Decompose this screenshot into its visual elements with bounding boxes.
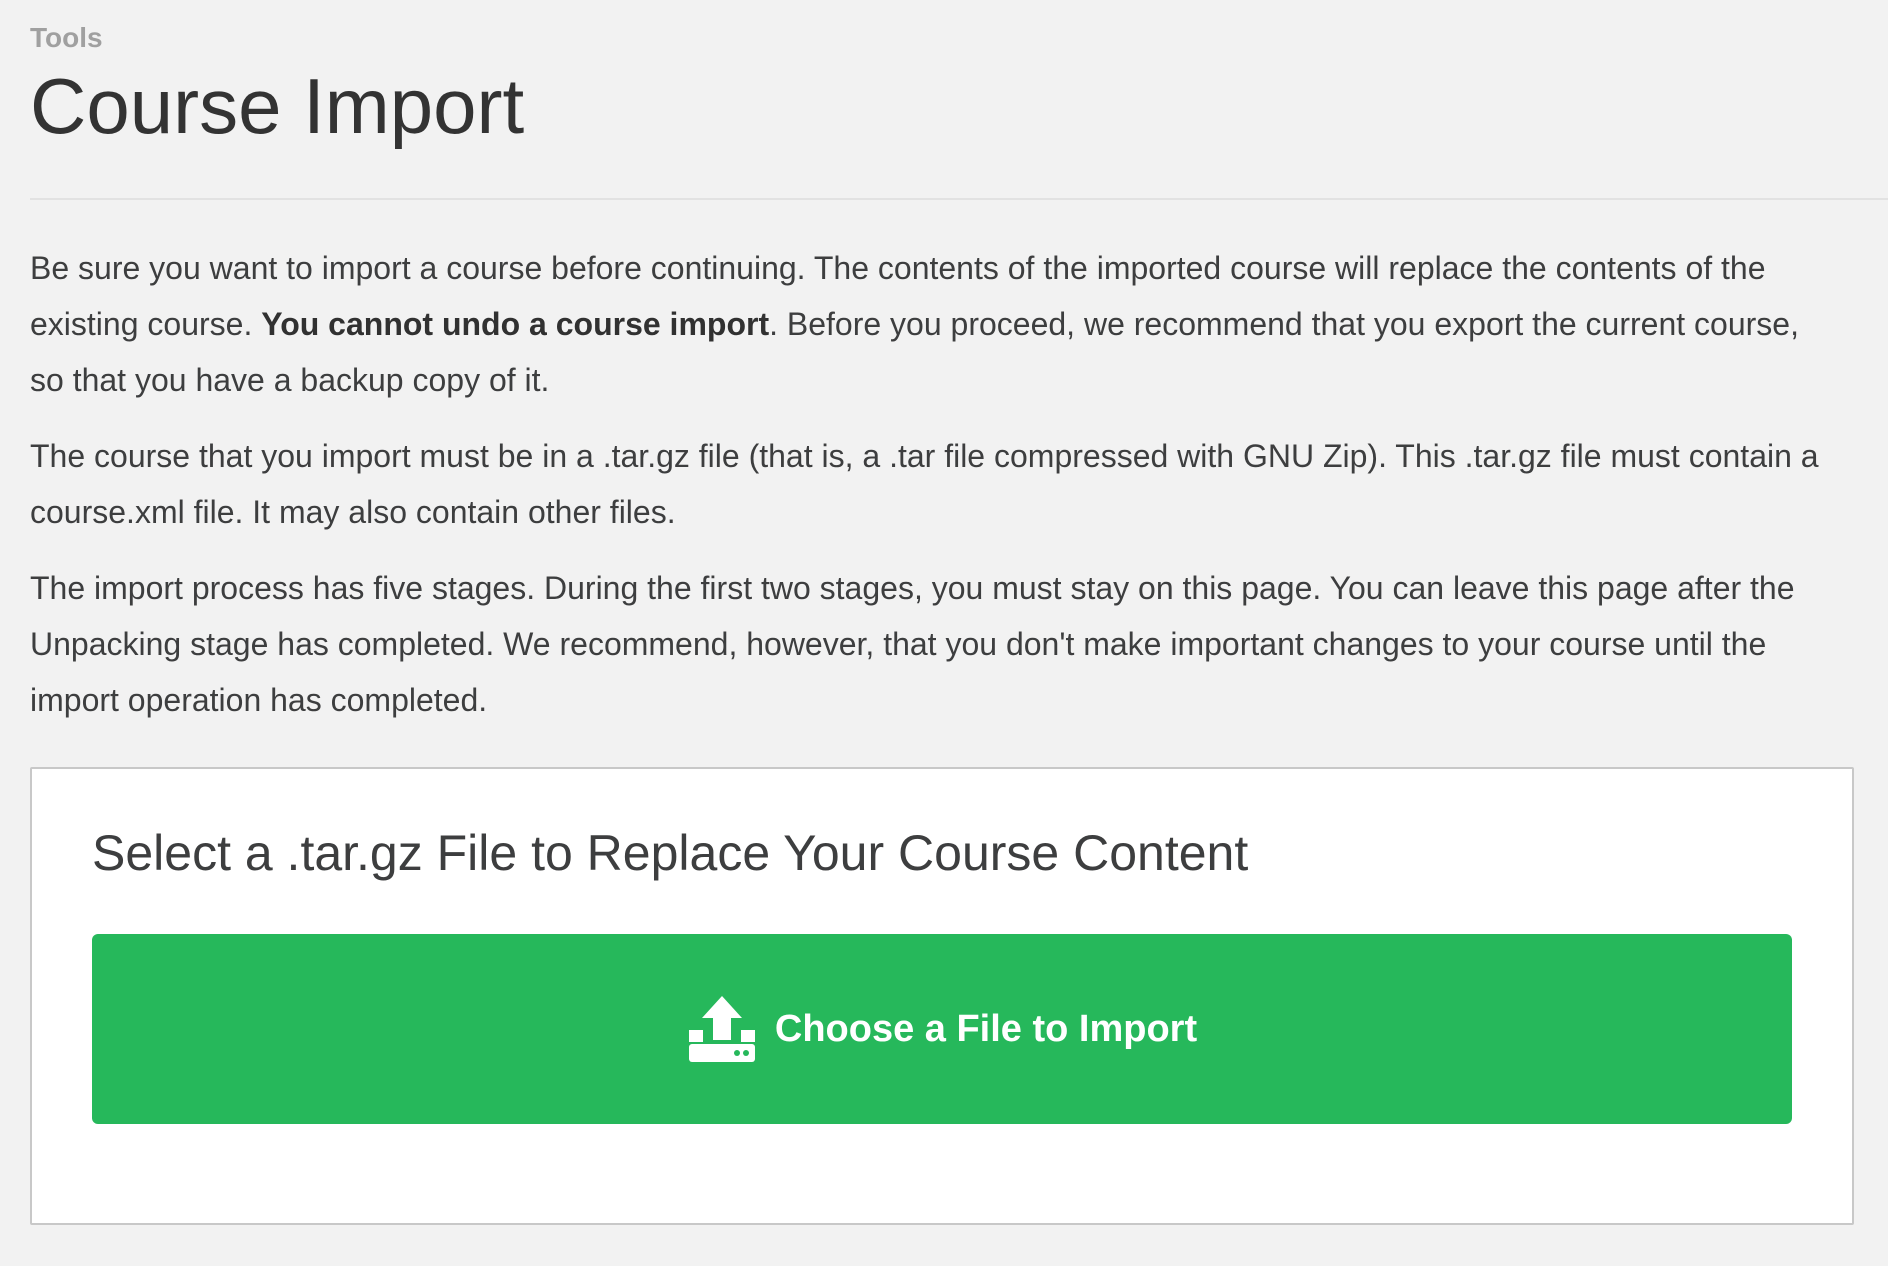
course-import-page: Tools Course Import Be sure you want to … bbox=[0, 0, 1888, 1266]
import-instructions: Be sure you want to import a course befo… bbox=[30, 240, 1830, 748]
panel-title: Select a .tar.gz File to Replace Your Co… bbox=[92, 825, 1249, 881]
instruction-paragraph-2: The course that you import must be in a … bbox=[30, 438, 1819, 530]
upload-icon bbox=[688, 996, 755, 1062]
instruction-paragraph-3: The import process has five stages. Duri… bbox=[30, 570, 1795, 718]
undo-warning: You cannot undo a course import bbox=[261, 306, 770, 342]
choose-file-label: Choose a File to Import bbox=[774, 1007, 1198, 1050]
page-header: Tools Course Import bbox=[30, 18, 1888, 154]
header-divider bbox=[30, 198, 1888, 200]
instruction-paragraph-1: Be sure you want to import a course befo… bbox=[30, 240, 1830, 408]
page-title: Course Import bbox=[30, 62, 525, 150]
choose-file-button[interactable]: Choose a File to Import bbox=[92, 934, 1792, 1124]
file-import-panel: Select a .tar.gz File to Replace Your Co… bbox=[30, 767, 1854, 1225]
section-label: Tools bbox=[30, 22, 103, 53]
